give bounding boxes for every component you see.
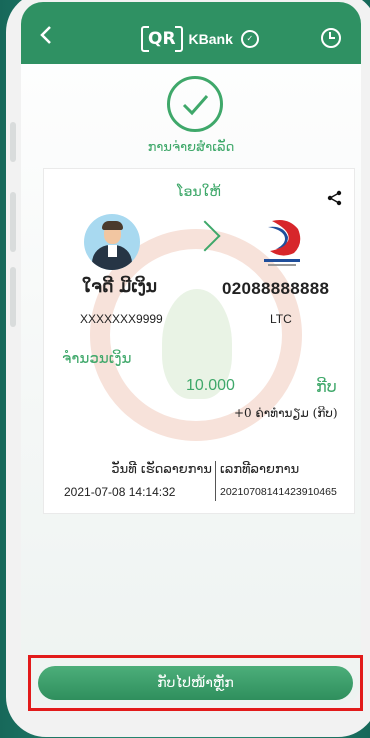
amount-currency: ກີບ xyxy=(316,377,337,396)
app-screen: QR KBank ✓ ການຈ່າຍສຳເລັດ ໂອນໃຫ້ ໃຈດີ ມີເ… xyxy=(21,2,361,705)
payment-status-text: ການຈ່າຍສຳເລັດ xyxy=(147,140,235,155)
date-value: 2021-07-08 14:14:32 xyxy=(64,485,176,499)
avatar xyxy=(84,214,140,270)
back-to-home-button[interactable]: ກັບໄປໜ້າຫຼັກ xyxy=(38,666,353,700)
app-logo: QR KBank ✓ xyxy=(141,25,259,53)
brand-name: KBank xyxy=(188,31,233,47)
divider xyxy=(215,461,216,501)
qr-logo: QR xyxy=(141,25,183,53)
kbank-emblem-icon: ✓ xyxy=(240,30,259,48)
history-icon[interactable] xyxy=(321,28,341,48)
fee-text: +0 ຄ່າທຳນຽມ (ກີບ) xyxy=(234,406,338,420)
receipt-title: ໂອນໃຫ້ xyxy=(177,184,221,200)
phone-frame: QR KBank ✓ ການຈ່າຍສຳເລັດ ໂອນໃຫ້ ໃຈດີ ມີເ… xyxy=(6,0,370,737)
chevron-left-icon xyxy=(40,26,51,44)
phone-side-button xyxy=(10,267,16,327)
receipt-card: ໂອນໃຫ້ ໃຈດີ ມີເງິນ 02088888888 XXXXXXX99… xyxy=(43,168,355,514)
check-circle-icon xyxy=(167,76,223,132)
app-header: QR KBank ✓ xyxy=(21,2,361,64)
share-icon xyxy=(327,190,342,206)
sender-name: ໃຈດີ ມີເງິນ xyxy=(82,277,157,297)
sender-account: XXXXXXX9999 xyxy=(80,312,163,326)
phone-side-button xyxy=(10,192,16,252)
phone-side-button xyxy=(10,122,16,162)
recipient-number: 02088888888 xyxy=(222,279,330,298)
reference-label: ເລກທີລາຍການ xyxy=(220,462,300,477)
amount-label: ຈຳນວນເງິນ xyxy=(62,349,132,367)
back-button[interactable] xyxy=(39,24,53,51)
avatar-shirt xyxy=(108,245,117,257)
amount-value: 10.000 xyxy=(186,377,235,394)
reference-value: 20210708141423910465 xyxy=(220,486,337,498)
date-label: ວັນທີ ເຮັດລາຍການ xyxy=(111,462,212,477)
ltc-logo xyxy=(258,215,306,271)
avatar-hair xyxy=(102,221,123,230)
recipient-name: LTC xyxy=(270,312,292,326)
share-button[interactable] xyxy=(326,189,344,207)
